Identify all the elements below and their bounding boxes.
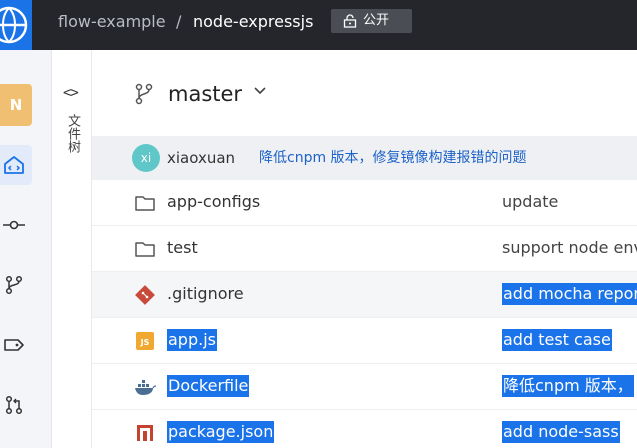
top-header: flow-example / node-expressjs 公开 (0, 0, 637, 50)
breadcrumb-owner[interactable]: flow-example (58, 11, 166, 33)
visibility-label: 公开 (363, 13, 390, 28)
file-commit-message[interactable]: add test case (502, 329, 612, 351)
file-name[interactable]: test (167, 237, 198, 259)
latest-commit: xi xiaoxuan 降低cnpm 版本，修复镜像构建报错的问题 (92, 136, 637, 180)
code-home-icon (4, 156, 24, 174)
file-name[interactable]: app.js (167, 329, 217, 351)
folder-icon (135, 196, 155, 211)
visibility-badge: 公开 (331, 9, 412, 33)
project-avatar[interactable]: N (0, 84, 32, 126)
javascript-file-icon: JS (136, 332, 154, 350)
nav-commits[interactable] (0, 205, 32, 245)
folder-icon (135, 242, 155, 257)
file-tree-label[interactable]: 文件树 (64, 114, 80, 153)
file-commit-message[interactable]: 降低cnpm 版本， (502, 375, 634, 397)
code-toggle-icon[interactable]: <> (63, 85, 79, 101)
branch-selector[interactable]: master (92, 50, 637, 136)
nav-code-home[interactable] (0, 145, 32, 185)
branch-icon (5, 275, 23, 295)
docker-file-icon (135, 380, 156, 395)
branch-icon (135, 83, 153, 105)
breadcrumb-repo[interactable]: node-expressjs (193, 11, 313, 33)
file-tree-panel: <> 文件树 (52, 50, 92, 448)
nav-merge-requests[interactable] (0, 385, 32, 425)
unlock-icon (343, 14, 357, 28)
repo-main: master xi xiaoxuan 降低cnpm 版本，修复镜像构建报错的问题… (92, 50, 637, 448)
file-commit-message[interactable]: update (502, 191, 558, 213)
branch-name[interactable]: master (168, 81, 242, 107)
table-row[interactable]: package.json add node-sass (92, 410, 637, 448)
merge-request-icon (5, 395, 23, 415)
nav-branches[interactable] (0, 265, 32, 305)
file-name[interactable]: Dockerfile (167, 375, 250, 397)
svg-text:JS: JS (140, 338, 150, 347)
table-row[interactable]: JS app.js add test case (92, 318, 637, 364)
tag-icon (4, 339, 24, 351)
chevron-down-icon[interactable] (253, 86, 267, 96)
app-logo-icon[interactable] (0, 0, 32, 50)
file-commit-message[interactable]: add mocha report (502, 283, 637, 305)
file-name[interactable]: app-configs (167, 191, 260, 213)
file-commit-message[interactable]: add node-sass (502, 421, 620, 443)
breadcrumb-separator: / (176, 12, 182, 31)
commit-message-link[interactable]: 降低cnpm 版本，修复镜像构建报错的问题 (259, 148, 527, 168)
file-commit-message[interactable]: support node env (502, 237, 637, 259)
table-row[interactable]: Dockerfile 降低cnpm 版本， (92, 364, 637, 410)
file-name[interactable]: .gitignore (167, 283, 244, 305)
git-file-icon (135, 285, 155, 305)
table-row[interactable]: .gitignore add mocha report (92, 272, 637, 318)
left-nav: N (0, 50, 52, 448)
npm-file-icon (137, 425, 153, 441)
commit-icon (3, 220, 25, 230)
file-name[interactable]: package.json (167, 421, 275, 443)
nav-tags[interactable] (0, 325, 32, 365)
avatar[interactable]: xi (132, 144, 160, 172)
commit-author[interactable]: xiaoxuan (167, 148, 235, 168)
table-row[interactable]: app-configs update (92, 180, 637, 226)
table-row[interactable]: test support node env (92, 226, 637, 272)
